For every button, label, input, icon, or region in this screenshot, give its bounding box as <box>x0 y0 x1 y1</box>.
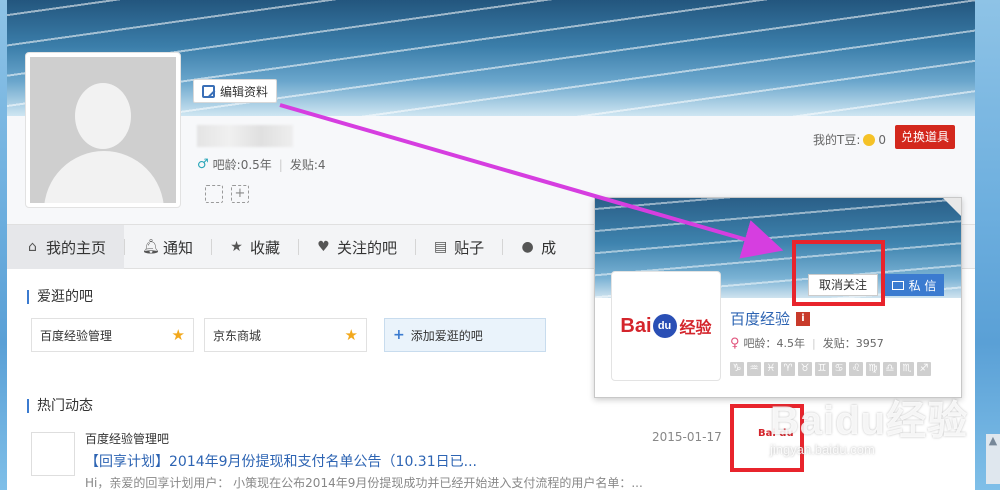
card-name-text: 百度经验 <box>730 310 791 328</box>
redeem-items-button[interactable]: 兑换道具 <box>895 125 956 149</box>
user-icon: ● <box>521 239 534 255</box>
profile-meta: ♂ 吧龄:0.5年 | 发贴:4 <box>197 156 326 173</box>
zodiac-icon: ♍ <box>866 362 880 376</box>
feed-date: 2015-01-17 <box>652 430 722 444</box>
private-message-button[interactable]: 私 信 <box>884 274 944 296</box>
document-icon: ▤ <box>433 239 448 255</box>
side-tab-icon: ▲ <box>988 434 998 447</box>
avatar[interactable] <box>25 52 181 208</box>
male-icon: ♂ <box>197 157 209 172</box>
add-favorite-forum-button[interactable]: + 添加爱逛的吧 <box>384 318 546 352</box>
tab-label: 成 <box>541 238 557 257</box>
tab-label: 通知 <box>163 238 194 257</box>
card-bar-age: 吧龄：4.5年 <box>743 337 806 350</box>
tbean-balance: 我的T豆: 0 <box>813 131 886 148</box>
heart-icon: ♥ <box>317 239 330 255</box>
tbean-icon <box>863 133 876 146</box>
profile-badges: + <box>205 185 249 203</box>
tab-notifications[interactable]: 🔔︎ 通知 <box>124 225 211 269</box>
tab-label: 贴子 <box>454 238 485 257</box>
private-message-label: 私 信 <box>908 278 937 293</box>
forum-name: 京东商城 <box>213 328 262 343</box>
edit-profile-label: 编辑资料 <box>220 84 269 99</box>
tab-label: 关注的吧 <box>337 238 398 257</box>
tab-followed-forums[interactable]: ♥ 关注的吧 <box>298 225 415 269</box>
logo-jingyan: 经验 <box>679 320 712 337</box>
forum-name: 百度经验管理 <box>40 328 113 343</box>
mail-icon <box>891 280 904 290</box>
feed-excerpt: Hi，亲爱的回享计划用户： 小策现在公布2014年9月份提现成功并已经开始进入支… <box>85 476 643 490</box>
tab-achievements[interactable]: ● 成 <box>502 225 574 269</box>
add-badge-icon[interactable]: + <box>231 185 249 203</box>
logo-bai: Bai <box>620 314 652 337</box>
card-post-count: 发贴：3957 <box>822 337 884 350</box>
corner-fold-icon <box>943 198 961 216</box>
zodiac-icon: ♏ <box>900 362 914 376</box>
info-icon[interactable]: i <box>796 311 811 326</box>
meta-separator: | <box>278 157 283 172</box>
avatar-head-shape <box>75 83 131 149</box>
baidu-logo: Bai du 经验 <box>620 314 712 338</box>
favorite-forum-chip[interactable]: 京东商城 ★ <box>204 318 367 352</box>
tbean-label: 我的T豆: <box>813 133 861 147</box>
favorite-forum-chip[interactable]: 百度经验管理 ★ <box>31 318 194 352</box>
tab-label: 我的主页 <box>46 238 107 257</box>
zodiac-icon: ♋ <box>832 362 846 376</box>
forum-logo[interactable]: Bai du 经验 <box>611 271 721 381</box>
post-count: 发贴:4 <box>289 158 326 172</box>
female-icon: ♀ <box>730 335 740 351</box>
highlight-box-unfollow <box>792 240 885 306</box>
star-icon: ★ <box>230 239 243 255</box>
tab-my-home[interactable]: ⌂ 我的主页 <box>7 225 125 269</box>
feed-post-title[interactable]: 【回享计划】2014年9月份提现和支付名单公告（10.31日已... <box>85 451 477 471</box>
baidu-jingyan-watermark: Baidu经验 jingyan.baidu.com <box>770 388 968 457</box>
card-meta: ♀ 吧龄：4.5年 | 发贴：3957 <box>730 335 884 351</box>
tbean-value: 0 <box>878 132 887 147</box>
zodiac-icon: ♑ <box>730 362 744 376</box>
zodiac-icon: ♊ <box>815 362 829 376</box>
zodiac-icon: ♒ <box>747 362 761 376</box>
avatar-body-shape <box>44 151 164 203</box>
edit-profile-button[interactable]: 编辑资料 <box>193 79 278 103</box>
bell-icon: 🔔︎ <box>142 239 160 255</box>
bar-age: 吧龄:0.5年 <box>212 158 272 172</box>
favorites-title: 爱逛的吧 <box>27 290 93 304</box>
plus-icon: + <box>393 327 405 343</box>
zodiac-icon: ♈ <box>781 362 795 376</box>
star-icon[interactable]: ★ <box>345 326 358 344</box>
avatar-placeholder <box>30 57 176 203</box>
tab-posts[interactable]: ▤ 贴子 <box>415 225 502 269</box>
tab-label: 收藏 <box>250 238 281 257</box>
username-blurred <box>197 125 293 147</box>
paw-icon: du <box>652 314 677 338</box>
side-feedback-tab[interactable]: ▲ <box>986 434 1000 484</box>
hot-feed-title: 热门动态 <box>27 399 93 413</box>
card-forum-name[interactable]: 百度经验 i <box>730 308 811 329</box>
star-icon[interactable]: ★ <box>172 326 185 344</box>
meta-separator: | <box>812 336 816 350</box>
edit-icon <box>202 84 215 98</box>
zodiac-icon: ♐ <box>917 362 931 376</box>
forum-info-card: Bai du 经验 取消关注 私 信 百度经验 i ♀ 吧龄：4.5年 | 发贴… <box>594 197 962 398</box>
feed-forum-name[interactable]: 百度经验管理吧 <box>85 430 169 447</box>
badge-slot-icon[interactable] <box>205 185 223 203</box>
feed-thumbnail[interactable] <box>31 432 75 476</box>
zodiac-icon: ♌ <box>849 362 863 376</box>
zodiac-icon: ♓ <box>764 362 778 376</box>
zodiac-icon: ♉ <box>798 362 812 376</box>
add-favorite-label: 添加爱逛的吧 <box>410 328 483 343</box>
zodiac-icon: ♎ <box>883 362 897 376</box>
watermark-brand: Baidu经验 <box>770 399 969 443</box>
tab-favorites[interactable]: ★ 收藏 <box>211 225 298 269</box>
zodiac-icons: ♑ ♒ ♓ ♈ ♉ ♊ ♋ ♌ ♍ ♎ ♏ ♐ <box>730 362 931 376</box>
home-icon: ⌂ <box>28 239 37 255</box>
